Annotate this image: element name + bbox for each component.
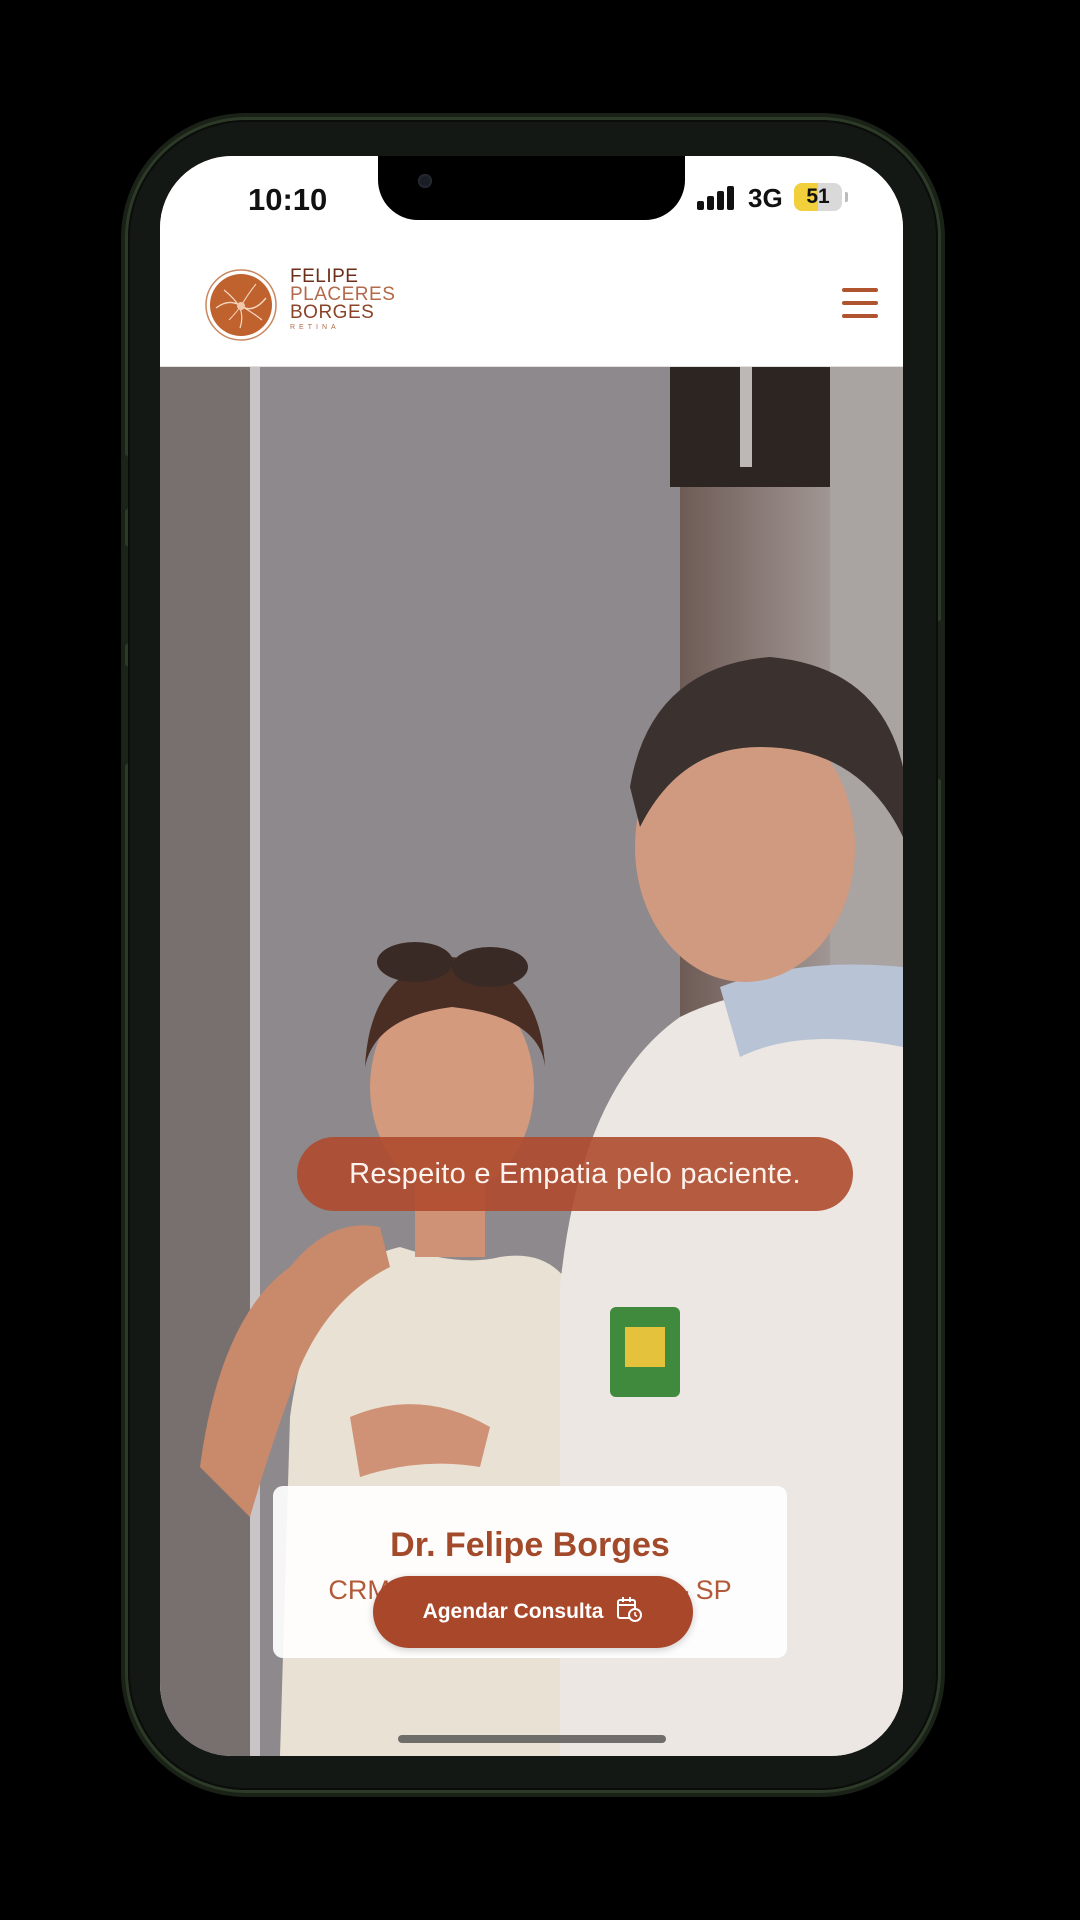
power-button bbox=[938, 620, 944, 780]
hamburger-icon[interactable] bbox=[840, 286, 880, 320]
notch bbox=[378, 156, 685, 220]
front-camera bbox=[418, 174, 432, 188]
brand-logo-text[interactable]: FELIPE PLACERES BORGES RETINA bbox=[290, 267, 395, 334]
battery-icon: 51 bbox=[794, 183, 842, 211]
calendar-clock-icon bbox=[615, 1595, 643, 1629]
phone-screen: 10:10 3G 51 FELIPE PLACERES BORGES RETIN… bbox=[160, 156, 903, 1756]
signal-icon bbox=[697, 186, 737, 210]
volume-down-button bbox=[122, 665, 128, 765]
status-time: 10:10 bbox=[248, 182, 328, 217]
retina-logo-icon[interactable] bbox=[204, 268, 278, 342]
stage: 10:10 3G 51 FELIPE PLACERES BORGES RETIN… bbox=[0, 0, 1080, 1920]
site-header: FELIPE PLACERES BORGES RETINA bbox=[160, 246, 903, 367]
battery-percent: 51 bbox=[806, 185, 830, 208]
silent-switch bbox=[122, 455, 128, 510]
schedule-appointment-button[interactable]: Agendar Consulta bbox=[373, 1576, 693, 1648]
battery-cap bbox=[845, 192, 848, 202]
logo-line-3: BORGES bbox=[290, 302, 375, 323]
home-indicator[interactable] bbox=[398, 1735, 666, 1743]
cta-label: Agendar Consulta bbox=[422, 1600, 604, 1623]
volume-up-button bbox=[122, 545, 128, 645]
doctor-name: Dr. Felipe Borges bbox=[390, 1526, 670, 1564]
logo-tagline: RETINA bbox=[290, 324, 340, 331]
hero-caption: Respeito e Empatia pelo paciente. bbox=[297, 1137, 853, 1211]
network-type: 3G bbox=[748, 183, 783, 213]
status-bar: 10:10 3G 51 bbox=[160, 156, 903, 246]
